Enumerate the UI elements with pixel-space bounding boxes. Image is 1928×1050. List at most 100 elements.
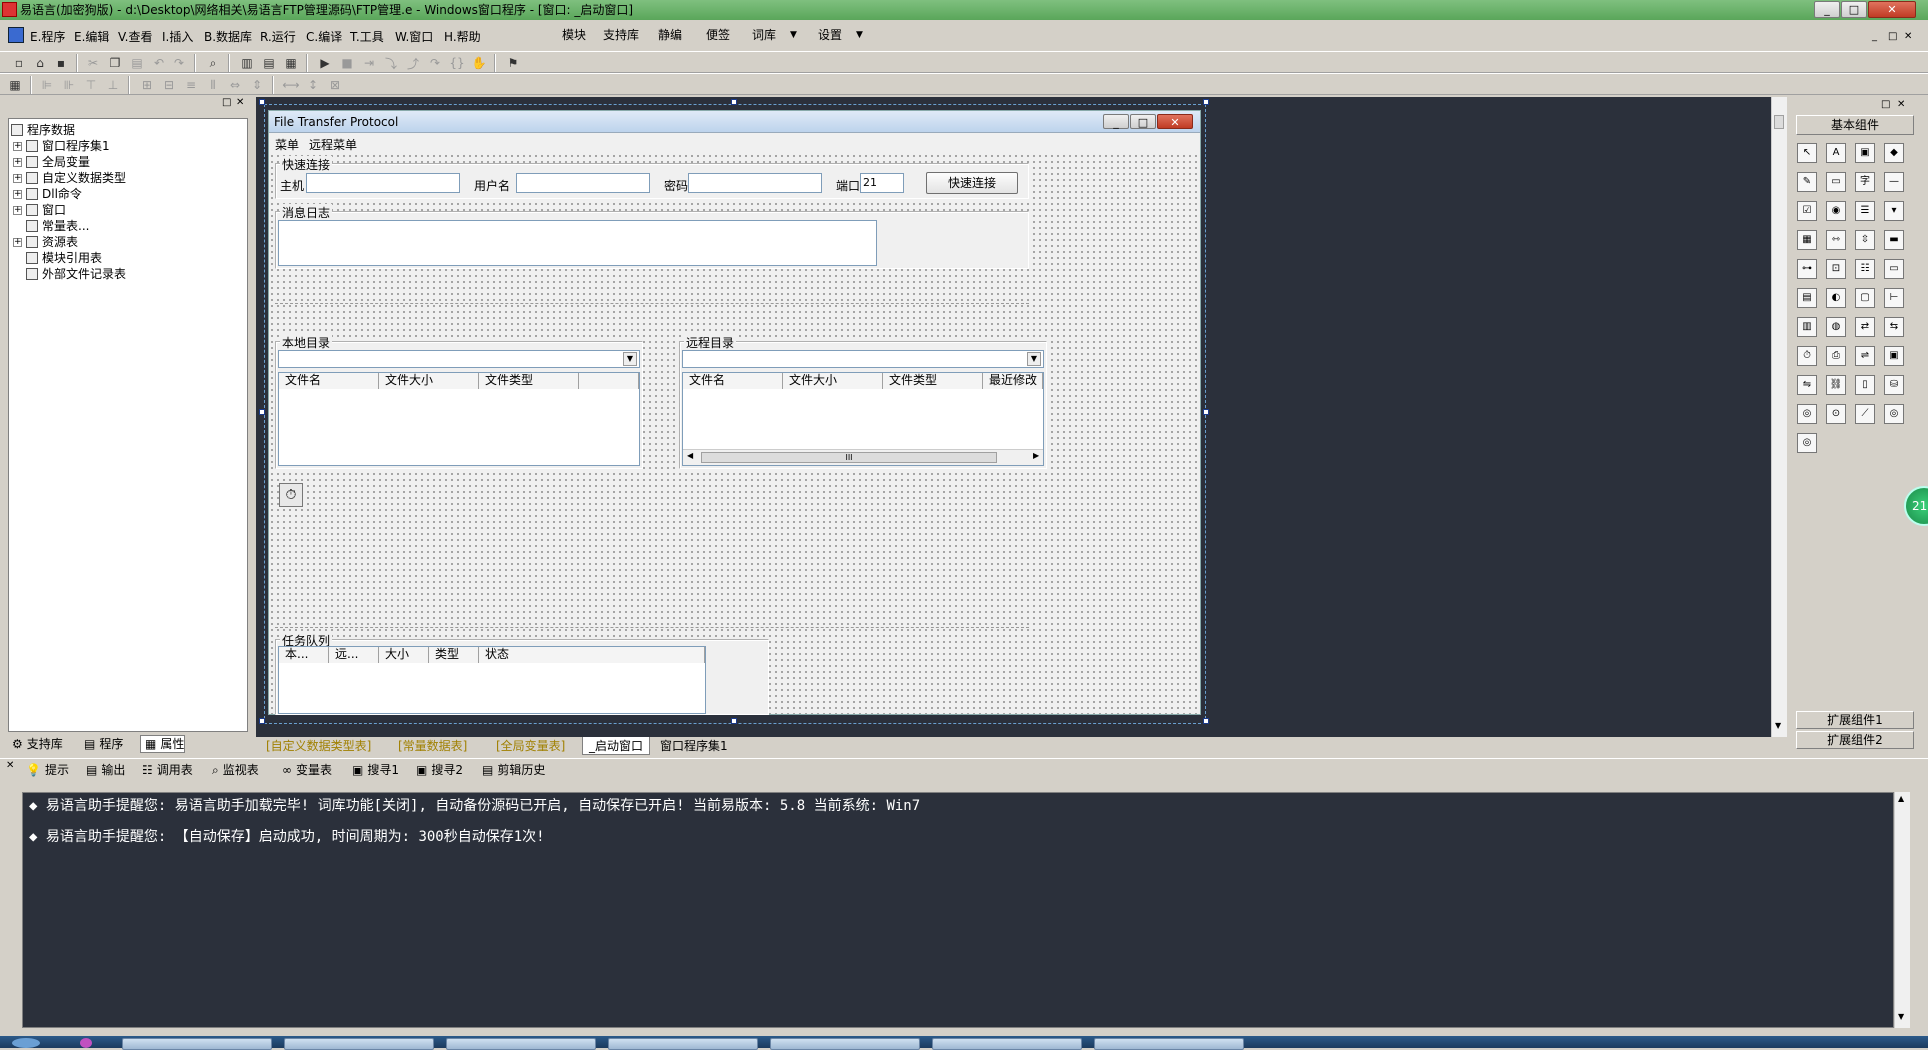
tree-item-external-files[interactable]: 外部文件记录表 <box>26 266 126 282</box>
panel-pin-icon[interactable]: □ <box>1881 99 1890 110</box>
db-provider-icon[interactable]: ⊙ <box>1826 404 1846 424</box>
local-path-combo[interactable]: ▼ <box>278 350 640 368</box>
resize-handle[interactable] <box>1203 409 1209 415</box>
layout2-icon[interactable]: ▤ <box>260 54 278 72</box>
checkbox-icon[interactable]: ☑ <box>1797 201 1817 221</box>
space-v-icon[interactable]: ⫴ <box>204 76 222 94</box>
align-top-icon[interactable]: ⊤ <box>82 76 100 94</box>
remote-file-list[interactable]: 文件名 文件大小 文件类型 最近修改 ◀ III ▶ <box>682 372 1044 466</box>
slider-icon[interactable]: ⊶ <box>1797 259 1817 279</box>
step-into-icon[interactable]: ⤵ <box>382 54 400 72</box>
resize-handle[interactable] <box>259 99 265 105</box>
dropdown-arrow-icon[interactable]: ▼ <box>1027 352 1041 366</box>
combo-icon[interactable]: ▾ <box>1884 201 1904 221</box>
tree-item-window[interactable]: + 窗口 <box>13 202 66 218</box>
menu-settings[interactable]: 设置 <box>818 27 842 43</box>
frame-icon[interactable]: ▭ <box>1826 172 1846 192</box>
run-icon[interactable]: ▶ <box>316 54 334 72</box>
shape-icon[interactable]: ◆ <box>1884 143 1904 163</box>
tab-search2[interactable]: ▣ 搜寻2 <box>412 759 463 781</box>
expand-icon[interactable]: + <box>13 205 22 215</box>
width-icon[interactable]: ⟷ <box>282 76 300 94</box>
align-bottom-icon[interactable]: ⊥ <box>104 76 122 94</box>
port-input[interactable]: 21 <box>860 173 904 193</box>
scroll-thumb[interactable]: III <box>701 452 997 463</box>
mdi-restore-icon[interactable]: □ <box>1888 31 1897 42</box>
column-header[interactable]: 文件名 <box>683 373 783 389</box>
remote-path-combo[interactable]: ▼ <box>682 350 1044 368</box>
tab-global-vars[interactable]: [全局变量表] <box>490 737 571 755</box>
start-button[interactable] <box>12 1038 40 1048</box>
tab-window-assembly[interactable]: 窗口程序集1 <box>654 737 734 755</box>
height-icon[interactable]: ↕ <box>304 76 322 94</box>
menu-database[interactable]: B.数据库 <box>204 29 252 45</box>
editor-vertical-scrollbar[interactable]: ▼ <box>1771 97 1787 737</box>
server-icon[interactable]: ▣ <box>1884 346 1904 366</box>
toolbar-icon[interactable]: ☷ <box>1855 259 1875 279</box>
tab-output[interactable]: ▤ 输出 <box>82 759 125 781</box>
center-v-icon[interactable]: ⇕ <box>248 76 266 94</box>
edit-icon[interactable]: ✎ <box>1797 172 1817 192</box>
scroll-h-icon[interactable]: ⇿ <box>1826 230 1846 250</box>
menu-static-compile[interactable]: 静编 <box>658 27 682 43</box>
resize-handle[interactable] <box>1203 99 1209 105</box>
copy-icon[interactable]: ❐ <box>106 54 124 72</box>
taskbar-window-button[interactable] <box>770 1038 920 1050</box>
form-menu-item[interactable]: 远程菜单 <box>309 136 357 153</box>
user-input[interactable] <box>516 173 650 193</box>
resize-handle[interactable] <box>1203 718 1209 724</box>
client-icon[interactable]: ⇋ <box>1797 375 1817 395</box>
resize-handle[interactable] <box>259 718 265 724</box>
column-header[interactable]: 文件大小 <box>379 373 479 389</box>
tree-item-global-vars[interactable]: + 全局变量 <box>13 154 90 170</box>
dropdown-arrow-icon[interactable]: ▼ <box>623 352 637 366</box>
menu-module[interactable]: 模块 <box>562 27 586 43</box>
tab-search1[interactable]: ▣ 搜寻1 <box>348 759 399 781</box>
paste-icon[interactable]: ▤ <box>128 54 146 72</box>
step-icon[interactable]: ⇥ <box>360 54 378 72</box>
table-icon[interactable]: ▥ <box>1797 317 1817 337</box>
layout3-icon[interactable]: ▦ <box>282 54 300 72</box>
tree-item-constants[interactable]: 常量表... <box>26 218 89 234</box>
tab-hints[interactable]: 💡 提示 <box>22 759 69 781</box>
odbc3-icon[interactable]: ◎ <box>1797 433 1817 453</box>
quick-connect-button[interactable]: 快速连接 <box>926 172 1018 194</box>
menu-run[interactable]: R.运行 <box>260 29 296 45</box>
font-icon[interactable]: 字 <box>1855 172 1875 192</box>
layout1-icon[interactable]: ▥ <box>238 54 256 72</box>
menu-program[interactable]: E.程序 <box>30 29 65 45</box>
open-file-icon[interactable]: ⌂ <box>31 54 49 72</box>
expand-icon[interactable]: + <box>13 189 22 199</box>
ext-components-1[interactable]: 扩展组件1 <box>1796 711 1914 729</box>
hand-icon[interactable]: ✋ <box>470 54 488 72</box>
scroll-right-icon[interactable]: ▶ <box>1033 451 1039 460</box>
column-header[interactable]: 文件类型 <box>883 373 983 389</box>
column-header[interactable] <box>579 373 639 389</box>
label-icon[interactable]: A <box>1826 143 1846 163</box>
align-left-icon[interactable]: ⊫ <box>38 76 56 94</box>
tab-icon[interactable]: ⊡ <box>1826 259 1846 279</box>
tab-program[interactable]: ▤ 程序 <box>80 735 123 753</box>
new-file-icon[interactable]: ▫ <box>10 54 28 72</box>
taskbar-app-icon[interactable] <box>80 1038 92 1048</box>
expand-icon[interactable]: + <box>13 157 22 167</box>
list-icon[interactable]: ☰ <box>1855 201 1875 221</box>
stop-icon[interactable]: ■ <box>338 54 356 72</box>
tree-icon[interactable]: ⊢ <box>1884 288 1904 308</box>
output-vertical-scrollbar[interactable]: ▲ ▼ <box>1894 792 1910 1028</box>
taskbar-window-button[interactable] <box>122 1038 272 1050</box>
scroll-down-icon[interactable]: ▼ <box>1898 1012 1904 1021</box>
taskbar-window-button[interactable] <box>1094 1038 1244 1050</box>
taskbar-window-button[interactable] <box>446 1038 596 1050</box>
scroll-left-icon[interactable]: ◀ <box>687 451 693 460</box>
password-input[interactable] <box>688 173 822 193</box>
scroll-v-icon[interactable]: ⇳ <box>1855 230 1875 250</box>
column-header[interactable]: 大小 <box>379 647 429 663</box>
folder-icon[interactable]: ▢ <box>1855 288 1875 308</box>
line-icon[interactable]: — <box>1884 172 1904 192</box>
tree-item-window-assembly[interactable]: + 窗口程序集1 <box>13 138 110 154</box>
mdi-close-icon[interactable]: ✕ <box>1904 31 1912 42</box>
network-icon[interactable]: ⇌ <box>1855 346 1875 366</box>
menu-lexicon[interactable]: 词库 <box>752 27 776 43</box>
tree-item-resources[interactable]: + 资源表 <box>13 234 78 250</box>
